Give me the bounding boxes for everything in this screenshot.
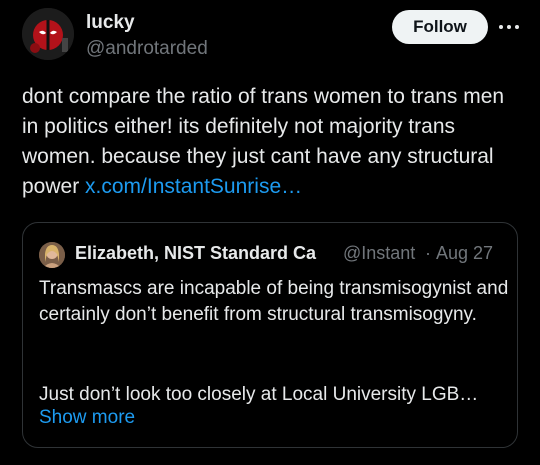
quoted-separator: ·	[425, 243, 431, 263]
author-handle[interactable]: @androtarded	[86, 38, 208, 60]
quoted-tweet-card[interactable]: Elizabeth, NIST Standard Ca @Instant · A…	[22, 222, 518, 448]
more-horizontal-icon[interactable]	[496, 16, 522, 38]
quoted-text: Transmascs are incapable of being transm…	[39, 278, 509, 325]
show-more-link[interactable]: Show more	[39, 407, 135, 429]
quoted-author-handle: @Instant	[343, 243, 416, 263]
tweet-link[interactable]: x.com/InstantSunrise…	[85, 175, 302, 198]
portrait-avatar-icon	[39, 242, 65, 268]
deadpool-avatar-icon	[22, 8, 74, 60]
quoted-author-avatar	[39, 242, 65, 268]
author-name[interactable]: lucky	[86, 12, 135, 34]
author-avatar[interactable]	[22, 8, 74, 60]
follow-button[interactable]: Follow	[392, 10, 488, 44]
quoted-date: Aug 27	[436, 243, 494, 263]
quoted-text-continued: Just don’t look too closely at Local Uni…	[39, 384, 479, 405]
tweet-header: lucky @androtarded Follow	[22, 8, 522, 66]
quoted-author-name: Elizabeth, NIST Standard Ca	[75, 243, 317, 263]
tweet-body: dont compare the ratio of trans women to…	[22, 82, 518, 202]
